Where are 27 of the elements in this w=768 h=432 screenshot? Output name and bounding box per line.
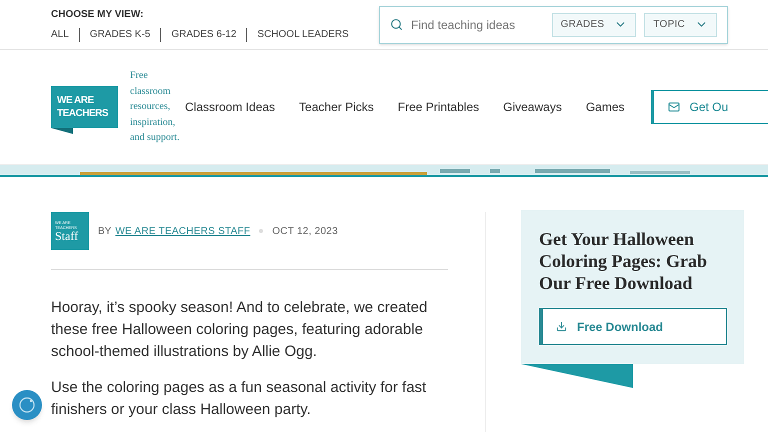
filter-dropdown[interactable]: GRADES [552,12,636,36]
nav-link[interactable]: Games [586,98,624,116]
search-icon [390,18,403,31]
download-button[interactable]: Free Download [539,308,727,345]
bubble-icon [18,396,36,414]
mail-icon [668,101,680,113]
view-link[interactable]: GRADES 6-12 [171,27,236,42]
body-paragraph: Use the coloring pages as a fun seasonal activity for fast finishers or your class Halloween party. [51,378,428,420]
filter-dropdown[interactable]: TOPIC [644,12,717,36]
accessibility-button[interactable] [12,390,42,420]
body-paragraph: Hooray, it’s spooky season! And to celebrate, we created these free Halloween coloring pages, featuring adorable school-themed illustrations by Allie Ogg. [51,298,428,362]
view-link[interactable]: GRADES K-5 [90,27,150,42]
byline-prefix: BY [98,224,112,238]
download-icon [556,321,567,332]
search-field[interactable]: Find teaching ideas [411,16,544,34]
nav-link[interactable]: Classroom Ideas [185,98,276,116]
view-link[interactable]: SCHOOL LEADERS [257,27,349,42]
post-date: OCT 12, 2023 [272,224,338,238]
nav-link[interactable]: Teacher Picks [299,98,374,116]
view-link[interactable]: ALL [51,27,69,42]
nav-link[interactable]: Free Printables [398,98,480,116]
author-link[interactable]: WE ARE TEACHERS STAFF [115,224,250,238]
view-label: CHOOSE MY VIEW: [51,8,144,22]
newsletter-button[interactable]: Get Ou [650,90,768,124]
promo-title: Get Your Halloween Coloring Pages: Grab Our Free Download [539,228,708,294]
nav-link[interactable]: Giveaways [503,98,562,116]
tagline: Free classroom resources, inspiration, and support. [130,69,180,146]
